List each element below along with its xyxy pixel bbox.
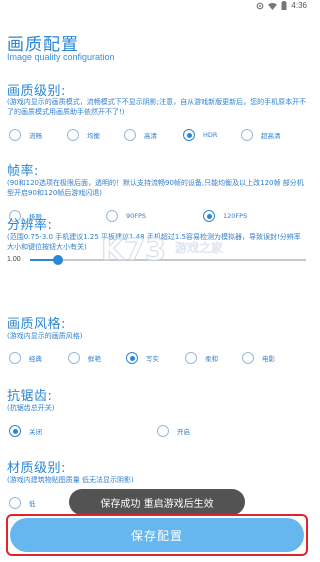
radio-selected-icon bbox=[126, 352, 138, 364]
option-label: 90FPS bbox=[126, 212, 147, 220]
quality-option-hd[interactable]: 高清 bbox=[124, 128, 157, 142]
style-title: 画质风格: bbox=[7, 317, 66, 332]
option-label: 电影 bbox=[262, 355, 275, 363]
option-label: 鲜艳 bbox=[88, 355, 101, 363]
radio-icon bbox=[241, 129, 253, 141]
antialias-title: 抗锯齿: bbox=[7, 389, 53, 404]
radio-icon bbox=[185, 352, 197, 364]
radio-icon bbox=[9, 352, 21, 364]
status-icons: 4:36 bbox=[256, 1, 307, 10]
k73-watermark: K73 游戏之家 bbox=[95, 228, 255, 278]
radio-icon bbox=[242, 352, 254, 364]
battery-icon bbox=[281, 1, 287, 10]
antialias-option-off[interactable]: 关闭 bbox=[9, 424, 42, 438]
fps-option-120[interactable]: 120FPS bbox=[203, 209, 247, 223]
save-config-button[interactable]: 保存配置 bbox=[10, 518, 304, 552]
style-option-realistic[interactable]: 写实 bbox=[126, 351, 159, 365]
option-label: 写实 bbox=[146, 355, 159, 363]
style-desc: (游戏内显示的画质风格) bbox=[7, 332, 83, 340]
style-option-soft[interactable]: 柔和 bbox=[185, 351, 218, 365]
quality-option-uhd[interactable]: 超高清 bbox=[241, 128, 281, 142]
option-label: 开启 bbox=[177, 428, 190, 436]
quality-option-hdr[interactable]: HDR bbox=[183, 128, 217, 142]
quality-desc: (游戏内显示的画质模式，流畅模式下不显示阴影;注意，自从游戏新版更新后，您的手机… bbox=[7, 98, 307, 116]
radio-selected-icon bbox=[9, 425, 21, 437]
page-subtitle: Image quality configuration bbox=[7, 52, 115, 62]
option-label: 经典 bbox=[29, 355, 42, 363]
radio-icon bbox=[68, 352, 80, 364]
option-label: 120FPS bbox=[223, 212, 248, 220]
style-option-movie[interactable]: 电影 bbox=[242, 351, 275, 365]
fps-title: 帧率: bbox=[7, 164, 39, 179]
material-desc: (游戏内建筑物贴图质量 低无法显示阴影) bbox=[7, 476, 134, 484]
option-label: 超高清 bbox=[261, 132, 281, 140]
radio-icon bbox=[67, 129, 79, 141]
radio-selected-icon bbox=[203, 210, 215, 222]
option-label: 流畅 bbox=[29, 132, 42, 140]
option-label: HDR bbox=[203, 131, 218, 139]
option-label: 高清 bbox=[144, 132, 157, 140]
quality-option-balanced[interactable]: 均衡 bbox=[67, 128, 100, 142]
antialias-desc: (抗锯齿总开关) bbox=[7, 404, 55, 412]
option-label: 均衡 bbox=[87, 132, 100, 140]
radio-icon bbox=[124, 129, 136, 141]
radio-selected-icon bbox=[183, 129, 195, 141]
option-label: 低 bbox=[29, 500, 36, 508]
radio-icon bbox=[9, 129, 21, 141]
style-option-classic[interactable]: 经典 bbox=[9, 351, 42, 365]
quality-option-smooth[interactable]: 流畅 bbox=[9, 128, 42, 142]
style-option-vivid[interactable]: 鲜艳 bbox=[68, 351, 101, 365]
wifi-icon bbox=[268, 2, 278, 10]
slider-thumb[interactable] bbox=[52, 255, 63, 265]
resolution-title: 分辨率: bbox=[7, 218, 53, 233]
settings-icon bbox=[256, 2, 264, 10]
material-title: 材质级别: bbox=[7, 461, 66, 476]
radio-icon bbox=[157, 425, 169, 437]
status-bar: 4:36 bbox=[0, 0, 313, 14]
option-label: 柔和 bbox=[205, 355, 218, 363]
radio-icon bbox=[106, 210, 118, 222]
antialias-option-on[interactable]: 开启 bbox=[157, 424, 190, 438]
status-time: 4:36 bbox=[291, 1, 307, 10]
radio-icon bbox=[9, 497, 21, 509]
material-option-low[interactable]: 低 bbox=[9, 496, 36, 510]
resolution-value: 1.00 bbox=[7, 256, 21, 263]
watermark-logo: K73 bbox=[101, 233, 166, 268]
watermark-sub: 游戏之家 bbox=[175, 240, 223, 255]
fps-option-90[interactable]: 90FPS bbox=[106, 209, 146, 223]
fps-desc: (90和120选项在极限后面，透明的！默认支持流畅90帧的设备,只能均衡及以上改… bbox=[7, 179, 304, 197]
option-label: 关闭 bbox=[29, 428, 42, 436]
toast-message: 保存成功 重启游戏后生效 bbox=[69, 489, 245, 515]
